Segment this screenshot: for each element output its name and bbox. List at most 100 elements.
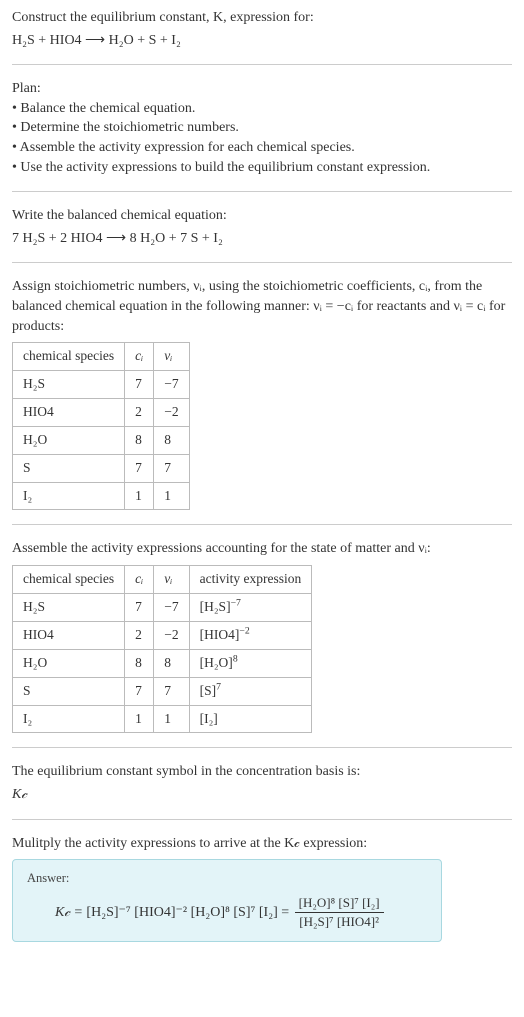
activity-block: Assemble the activity expressions accoun… [12, 539, 512, 733]
divider [12, 819, 512, 820]
activity-cell: [I₂] [189, 705, 312, 733]
species-cell: HIO4 [13, 398, 125, 426]
species-cell: H₂O [13, 649, 125, 677]
act-base: [HIO4] [200, 627, 240, 642]
intro-line1: Construct the equilibrium constant, K, e… [12, 8, 512, 28]
plan-bullet: • Use the activity expressions to build … [12, 158, 512, 178]
v-cell: −2 [154, 621, 189, 649]
symbol-block: The equilibrium constant symbol in the c… [12, 762, 512, 804]
v-cell: −7 [154, 593, 189, 621]
stoich-text: Assign stoichiometric numbers, νᵢ, using… [12, 277, 512, 336]
c-cell: 2 [125, 398, 154, 426]
activity-table: chemical species cᵢ νᵢ activity expressi… [12, 565, 312, 733]
fraction: [H₂O]⁸ [S]⁷ [I₂] [H₂S]⁷ [HIO4]² [295, 894, 384, 931]
answer-label: Answer: [27, 870, 427, 888]
activity-cell: [S]7 [189, 677, 312, 705]
table-row: H₂S 7 −7 [13, 371, 190, 399]
plan-bullet: • Balance the chemical equation. [12, 99, 512, 119]
activity-text: Assemble the activity expressions accoun… [12, 539, 512, 559]
symbol-text: The equilibrium constant symbol in the c… [12, 762, 512, 782]
divider [12, 524, 512, 525]
v-cell: 1 [154, 482, 189, 510]
kc-italic: K𝒸 [12, 787, 27, 802]
v-cell: 8 [154, 649, 189, 677]
c-cell: 1 [125, 482, 154, 510]
col-header: cᵢ [125, 343, 154, 371]
divider [12, 747, 512, 748]
v-cell: 7 [154, 677, 189, 705]
activity-cell: [H₂S]−7 [189, 593, 312, 621]
multiply-text: Mulitply the activity expressions to arr… [12, 834, 512, 854]
product-expression: [H₂S]⁻⁷ [HIO4]⁻² [H₂O]⁸ [S]⁷ [I₂] = [86, 905, 292, 920]
intro-equation: H₂S + HIO4 ⟶ H₂O + S + I₂ [12, 31, 512, 51]
col-header: cᵢ [125, 566, 154, 594]
act-base: [H₂S] [200, 599, 231, 614]
col-header: νᵢ [154, 343, 189, 371]
act-exp: −7 [231, 597, 241, 608]
divider [12, 262, 512, 263]
act-exp: 7 [216, 681, 221, 692]
balanced-equation: 7 H₂S + 2 HIO4 ⟶ 8 H₂O + 7 S + I₂ [12, 229, 512, 249]
table-row: H₂O 8 8 [H₂O]8 [13, 649, 312, 677]
c-cell: 7 [125, 593, 154, 621]
col-header: chemical species [13, 343, 125, 371]
species-cell: H₂S [13, 371, 125, 399]
species-cell: HIO4 [13, 621, 125, 649]
fraction-numerator: [H₂O]⁸ [S]⁷ [I₂] [295, 894, 384, 913]
act-base: [I₂] [200, 711, 218, 726]
c-cell: 8 [125, 426, 154, 454]
col-header: activity expression [189, 566, 312, 594]
vi-label: νᵢ [164, 571, 172, 586]
act-exp: 8 [233, 653, 238, 664]
table-row: HIO4 2 −2 [13, 398, 190, 426]
plan-block: Plan: • Balance the chemical equation. •… [12, 79, 512, 177]
species-cell: H₂S [13, 593, 125, 621]
plan-heading: Plan: [12, 79, 512, 99]
intro-block: Construct the equilibrium constant, K, e… [12, 8, 512, 50]
table-header-row: chemical species cᵢ νᵢ activity expressi… [13, 566, 312, 594]
species-cell: H₂O [13, 426, 125, 454]
act-exp: −2 [239, 625, 249, 636]
symbol-kc: K𝒸 [12, 785, 512, 805]
v-cell: −7 [154, 371, 189, 399]
act-base: [H₂O] [200, 655, 233, 670]
plan-bullet: • Assemble the activity expression for e… [12, 138, 512, 158]
act-base: [S] [200, 683, 217, 698]
kc-lhs: K𝒸 = [55, 905, 86, 920]
c-cell: 7 [125, 454, 154, 482]
balanced-heading: Write the balanced chemical equation: [12, 206, 512, 226]
ci-label: cᵢ [135, 571, 143, 586]
v-cell: −2 [154, 398, 189, 426]
activity-cell: [H₂O]8 [189, 649, 312, 677]
activity-cell: [HIO4]−2 [189, 621, 312, 649]
table-row: HIO4 2 −2 [HIO4]−2 [13, 621, 312, 649]
plan-bullet: • Determine the stoichiometric numbers. [12, 118, 512, 138]
table-row: H₂O 8 8 [13, 426, 190, 454]
answer-equation: K𝒸 = [H₂S]⁻⁷ [HIO4]⁻² [H₂O]⁸ [S]⁷ [I₂] =… [27, 894, 427, 931]
v-cell: 1 [154, 705, 189, 733]
stoich-block: Assign stoichiometric numbers, νᵢ, using… [12, 277, 512, 510]
v-cell: 8 [154, 426, 189, 454]
answer-box: Answer: K𝒸 = [H₂S]⁻⁷ [HIO4]⁻² [H₂O]⁸ [S]… [12, 859, 442, 942]
fraction-denominator: [H₂S]⁷ [HIO4]² [295, 913, 384, 931]
species-cell: S [13, 454, 125, 482]
species-cell: S [13, 677, 125, 705]
col-header: νᵢ [154, 566, 189, 594]
table-row: H₂S 7 −7 [H₂S]−7 [13, 593, 312, 621]
balanced-block: Write the balanced chemical equation: 7 … [12, 206, 512, 248]
divider [12, 191, 512, 192]
species-cell: I₂ [13, 705, 125, 733]
multiply-block: Mulitply the activity expressions to arr… [12, 834, 512, 942]
ci-label: cᵢ [135, 348, 143, 363]
species-cell: I₂ [13, 482, 125, 510]
c-cell: 1 [125, 705, 154, 733]
table-row: I₂ 1 1 [13, 482, 190, 510]
table-row: I₂ 1 1 [I₂] [13, 705, 312, 733]
table-row: S 7 7 [S]7 [13, 677, 312, 705]
vi-label: νᵢ [164, 348, 172, 363]
table-header-row: chemical species cᵢ νᵢ [13, 343, 190, 371]
c-cell: 7 [125, 677, 154, 705]
divider [12, 64, 512, 65]
c-cell: 7 [125, 371, 154, 399]
v-cell: 7 [154, 454, 189, 482]
